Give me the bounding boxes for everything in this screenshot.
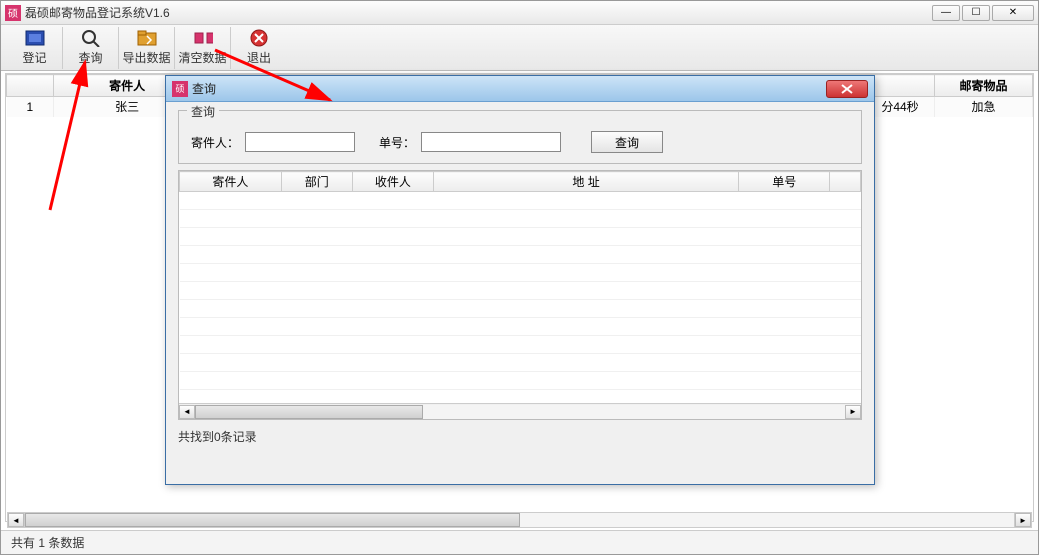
table-row bbox=[180, 300, 861, 318]
table-row bbox=[180, 336, 861, 354]
scroll-left-icon[interactable]: ◄ bbox=[179, 405, 195, 419]
clear-label: 清空数据 bbox=[178, 49, 226, 66]
main-titlebar: 硕 磊硕邮寄物品登记系统V1.6 — ☐ ✕ bbox=[1, 1, 1038, 25]
window-title: 磊硕邮寄物品登记系统V1.6 bbox=[25, 4, 930, 21]
status-text: 共有 1 条数据 bbox=[11, 534, 84, 551]
export-button[interactable]: 导出数据 bbox=[119, 27, 175, 69]
groupbox-legend: 查询 bbox=[187, 103, 219, 120]
export-label: 导出数据 bbox=[122, 49, 170, 66]
rcol-extra[interactable] bbox=[830, 172, 861, 192]
status-bar: 共有 1 条数据 bbox=[1, 530, 1038, 554]
cell-seq: 1 bbox=[7, 97, 54, 117]
rcol-recipient[interactable]: 收件人 bbox=[352, 172, 433, 192]
cell-item: 加急 bbox=[934, 97, 1032, 117]
scroll-right-icon[interactable]: ► bbox=[1015, 513, 1031, 527]
query-button[interactable]: 查询 bbox=[63, 27, 119, 69]
app-icon: 硕 bbox=[5, 5, 21, 21]
export-icon bbox=[137, 29, 157, 47]
dialog-body: 查询 寄件人： 单号： 查询 寄件人 部门 收件人 地 址 bbox=[166, 102, 874, 484]
search-icon bbox=[81, 29, 101, 47]
rcol-dept[interactable]: 部门 bbox=[281, 172, 352, 192]
register-button[interactable]: 登记 bbox=[7, 27, 63, 69]
dialog-title: 查询 bbox=[192, 80, 826, 97]
col-time[interactable] bbox=[866, 75, 935, 97]
main-hscrollbar[interactable]: ◄ ► bbox=[7, 512, 1032, 528]
register-icon bbox=[25, 29, 45, 47]
table-row bbox=[180, 318, 861, 336]
toolbar: 登记 查询 导出数据 清空数据 退出 bbox=[1, 25, 1038, 71]
col-seq[interactable] bbox=[7, 75, 54, 97]
window-controls: — ☐ ✕ bbox=[930, 5, 1034, 21]
cell-time: 分44秒 bbox=[866, 97, 935, 117]
rcol-sender[interactable]: 寄件人 bbox=[180, 172, 282, 192]
close-button[interactable]: ✕ bbox=[992, 5, 1034, 21]
maximize-button[interactable]: ☐ bbox=[962, 5, 990, 21]
scroll-track[interactable] bbox=[195, 405, 845, 419]
table-row bbox=[180, 228, 861, 246]
dialog-hscrollbar[interactable]: ◄ ► bbox=[179, 403, 861, 419]
result-area: 寄件人 部门 收件人 地 址 单号 bbox=[178, 170, 862, 420]
table-row bbox=[180, 192, 861, 210]
search-button[interactable]: 查询 bbox=[591, 131, 663, 153]
search-row: 寄件人： 单号： 查询 bbox=[191, 131, 849, 153]
scroll-thumb[interactable] bbox=[195, 405, 423, 419]
rcol-address[interactable]: 地 址 bbox=[434, 172, 739, 192]
scroll-left-icon[interactable]: ◄ bbox=[8, 513, 24, 527]
search-groupbox: 查询 寄件人： 单号： 查询 bbox=[178, 110, 862, 164]
exit-label: 退出 bbox=[247, 49, 271, 66]
table-row bbox=[180, 282, 861, 300]
col-item[interactable]: 邮寄物品 bbox=[934, 75, 1032, 97]
order-label: 单号： bbox=[379, 134, 415, 151]
scroll-right-icon[interactable]: ► bbox=[845, 405, 861, 419]
exit-icon bbox=[249, 29, 269, 47]
rcol-order[interactable]: 单号 bbox=[739, 172, 830, 192]
clear-icon bbox=[193, 29, 213, 47]
dialog-app-icon: 硕 bbox=[172, 81, 188, 97]
sender-label: 寄件人： bbox=[191, 134, 239, 151]
query-dialog: 硕 查询 查询 寄件人： 单号： 查询 寄件人 bbox=[165, 75, 875, 485]
sender-input[interactable] bbox=[245, 132, 355, 152]
table-row bbox=[180, 210, 861, 228]
register-label: 登记 bbox=[22, 49, 46, 66]
table-row bbox=[180, 372, 861, 390]
dialog-status: 共找到0条记录 bbox=[178, 428, 862, 445]
exit-button[interactable]: 退出 bbox=[231, 27, 287, 69]
dialog-close-button[interactable] bbox=[826, 80, 868, 98]
table-row bbox=[180, 354, 861, 372]
query-label: 查询 bbox=[78, 49, 102, 66]
dialog-titlebar[interactable]: 硕 查询 bbox=[166, 76, 874, 102]
result-table: 寄件人 部门 收件人 地 址 单号 bbox=[179, 171, 861, 408]
close-icon bbox=[840, 84, 854, 94]
order-input[interactable] bbox=[421, 132, 561, 152]
scroll-thumb[interactable] bbox=[25, 513, 520, 527]
table-row bbox=[180, 264, 861, 282]
minimize-button[interactable]: — bbox=[932, 5, 960, 21]
clear-button[interactable]: 清空数据 bbox=[175, 27, 231, 69]
table-row bbox=[180, 246, 861, 264]
scroll-track[interactable] bbox=[24, 513, 1015, 527]
